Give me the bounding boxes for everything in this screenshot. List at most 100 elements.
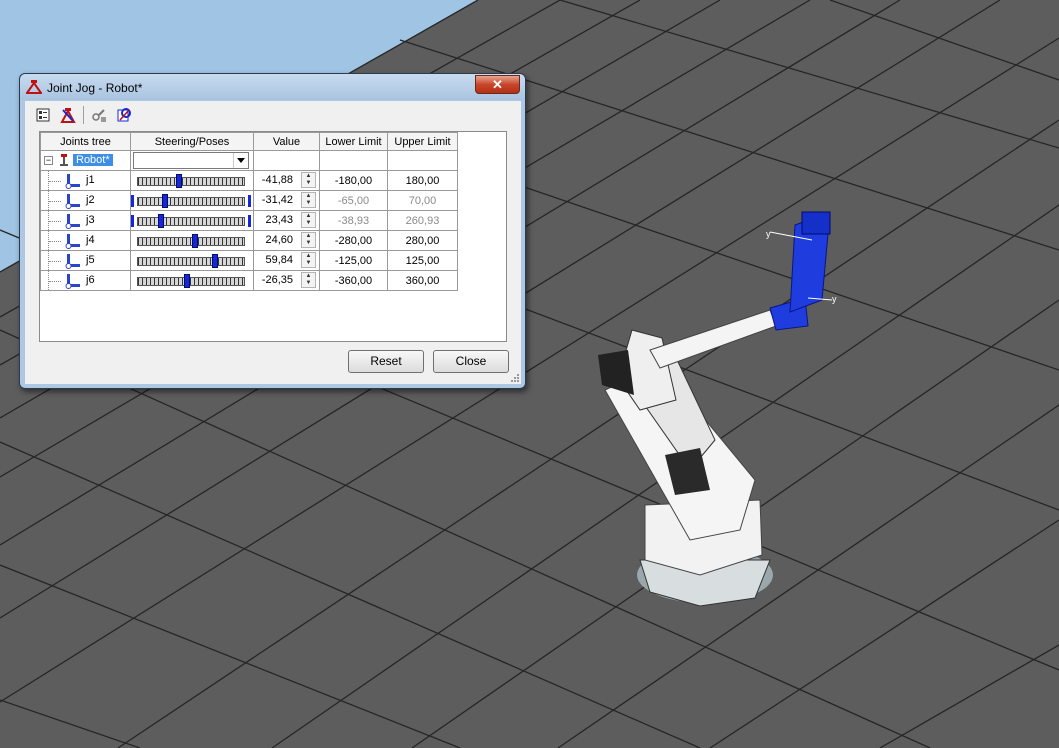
slider-track[interactable] — [137, 276, 245, 286]
spinner-up-icon[interactable]: ▲ — [302, 233, 315, 240]
slider-track[interactable] — [137, 216, 245, 226]
pose-cell — [130, 150, 254, 171]
properties-icon[interactable] — [33, 105, 53, 125]
joints-grid: Joints tree Steering/Poses Value Lower L… — [39, 131, 507, 342]
attach-icon[interactable] — [89, 105, 109, 125]
value-spinner[interactable]: ▲ ▼ — [301, 252, 316, 268]
column-header-steering-poses[interactable]: Steering/Poses — [130, 132, 254, 151]
joint-row-j5[interactable]: j5 59,84 ▲ ▼ -125,00 125,00 — [40, 250, 458, 271]
joint-slider[interactable] — [137, 273, 245, 288]
spinner-up-icon[interactable]: ▲ — [302, 193, 315, 200]
slider-thumb[interactable] — [192, 233, 198, 248]
value-spinner[interactable]: ▲ ▼ — [301, 272, 316, 288]
slider-track[interactable] — [137, 256, 245, 266]
robot-row[interactable]: − Robot* — [40, 150, 458, 171]
slider-track[interactable] — [137, 236, 245, 246]
joint-tree-node[interactable]: j3 — [40, 210, 131, 231]
spinner-down-icon[interactable]: ▼ — [302, 200, 315, 207]
joint-value-cell: 23,43 ▲ ▼ — [253, 210, 320, 231]
column-header-joints-tree[interactable]: Joints tree — [40, 132, 131, 151]
robot-tree-node[interactable]: − Robot* — [40, 150, 131, 171]
joint-tree-node[interactable]: j1 — [40, 170, 131, 191]
joint-tree-node[interactable]: j6 — [40, 270, 131, 291]
joint-slider[interactable] — [137, 253, 245, 268]
spinner-up-icon[interactable]: ▲ — [302, 213, 315, 220]
title-bar[interactable]: Joint Jog - Robot* ✕ — [20, 74, 525, 100]
spinner-up-icon[interactable]: ▲ — [302, 273, 315, 280]
slider-track[interactable] — [137, 196, 245, 206]
robot-node-label[interactable]: Robot* — [73, 154, 113, 166]
joint-lower-limit: -280,00 — [319, 230, 388, 251]
joint-icon — [65, 254, 80, 269]
joint-value[interactable]: -41,88 — [262, 174, 293, 186]
joint-upper-limit: 260,93 — [387, 210, 458, 231]
joint-slider-cell — [130, 190, 254, 211]
slider-thumb[interactable] — [158, 213, 164, 228]
tree-branch — [49, 261, 61, 262]
joint-value-cell: 24,60 ▲ ▼ — [253, 230, 320, 251]
chevron-down-icon[interactable] — [233, 153, 248, 168]
slider-thumb[interactable] — [162, 193, 168, 208]
joint-value[interactable]: 59,84 — [265, 254, 293, 266]
joint-icon — [65, 214, 80, 229]
spinner-down-icon[interactable]: ▼ — [302, 280, 315, 287]
window-close-button[interactable]: ✕ — [475, 75, 520, 94]
joint-label: j3 — [86, 214, 95, 226]
joint-value[interactable]: -31,42 — [262, 194, 293, 206]
joint-row-j2[interactable]: j2 -31,42 ▲ ▼ -65,00 70,00 — [40, 190, 458, 211]
joint-upper-limit: 360,00 — [387, 270, 458, 291]
robot-lower-cell — [319, 150, 388, 171]
spinner-down-icon[interactable]: ▼ — [302, 180, 315, 187]
joint-jog-dialog: Joint Jog - Robot* ✕ Joints tree Steerin… — [19, 73, 526, 389]
spinner-up-icon[interactable]: ▲ — [302, 173, 315, 180]
joint-tree-node[interactable]: j5 — [40, 250, 131, 271]
joint-value[interactable]: 24,60 — [265, 234, 293, 246]
value-spinner[interactable]: ▲ ▼ — [301, 212, 316, 228]
tree-branch — [49, 201, 61, 202]
tree-branch — [49, 281, 61, 282]
tree-branch — [49, 221, 61, 222]
column-header-value[interactable]: Value — [253, 132, 320, 151]
joint-value-cell: -31,42 ▲ ▼ — [253, 190, 320, 211]
collapse-toggle[interactable]: − — [44, 156, 53, 165]
joint-slider-cell — [130, 250, 254, 271]
robot-app-icon — [26, 80, 42, 94]
resize-grip[interactable] — [509, 372, 519, 382]
value-spinner[interactable]: ▲ ▼ — [301, 172, 316, 188]
joint-value[interactable]: 23,43 — [265, 214, 293, 226]
settings-icon[interactable] — [114, 105, 134, 125]
spinner-down-icon[interactable]: ▼ — [302, 240, 315, 247]
slider-thumb[interactable] — [176, 173, 182, 188]
joint-row-j1[interactable]: j1 -41,88 ▲ ▼ -180,00 180,00 — [40, 170, 458, 191]
joint-slider[interactable] — [137, 173, 245, 188]
spinner-down-icon[interactable]: ▼ — [302, 260, 315, 267]
joint-tree-node[interactable]: j2 — [40, 190, 131, 211]
joint-slider[interactable] — [137, 233, 245, 248]
joint-slider[interactable] — [131, 193, 251, 208]
robot-value-cell — [253, 150, 320, 171]
spinner-up-icon[interactable]: ▲ — [302, 253, 315, 260]
joint-icon — [65, 274, 80, 289]
column-header-lower-limit[interactable]: Lower Limit — [319, 132, 388, 151]
spinner-down-icon[interactable]: ▼ — [302, 220, 315, 227]
joint-tree-node[interactable]: j4 — [40, 230, 131, 251]
dialog-client-area: Joints tree Steering/Poses Value Lower L… — [25, 101, 521, 384]
joint-slider[interactable] — [131, 213, 251, 228]
joint-row-j3[interactable]: j3 23,43 ▲ ▼ -38,93 260,93 — [40, 210, 458, 231]
value-spinner[interactable]: ▲ ▼ — [301, 192, 316, 208]
column-header-upper-limit[interactable]: Upper Limit — [387, 132, 458, 151]
close-button[interactable]: Close — [433, 350, 509, 373]
slider-track[interactable] — [137, 176, 245, 186]
slider-thumb[interactable] — [184, 273, 190, 288]
toolbar-separator — [83, 106, 84, 124]
joint-row-j4[interactable]: j4 24,60 ▲ ▼ -280,00 280,00 — [40, 230, 458, 251]
joint-icon — [65, 234, 80, 249]
pose-dropdown[interactable] — [133, 152, 249, 169]
slider-thumb[interactable] — [212, 253, 218, 268]
joint-icon — [65, 194, 80, 209]
reset-button[interactable]: Reset — [348, 350, 424, 373]
robot-reset-icon[interactable] — [58, 105, 78, 125]
value-spinner[interactable]: ▲ ▼ — [301, 232, 316, 248]
joint-value[interactable]: -26,35 — [262, 274, 293, 286]
joint-row-j6[interactable]: j6 -26,35 ▲ ▼ -360,00 360,00 — [40, 270, 458, 291]
